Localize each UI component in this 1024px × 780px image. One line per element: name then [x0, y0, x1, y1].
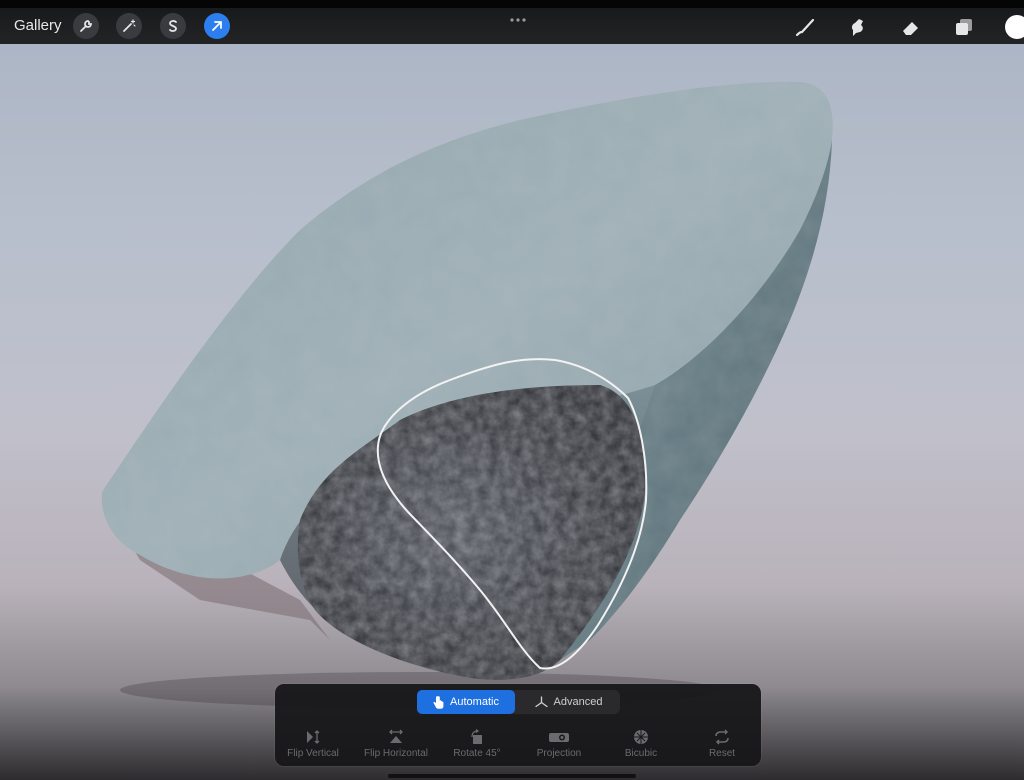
rotate-icon — [471, 729, 482, 744]
hand-pointer-icon — [433, 695, 444, 709]
transform-panel: Automatic Advanced Flip Vertical Flip Ho… — [275, 684, 761, 766]
bicubic-button[interactable]: Bicubic — [600, 728, 682, 762]
bicubic-icon — [634, 730, 648, 744]
actions-button[interactable] — [73, 13, 99, 39]
rotate-45-label: Rotate 45° — [453, 748, 501, 759]
more-options-icon[interactable] — [509, 17, 527, 23]
eraser-icon — [903, 22, 918, 35]
brush-button[interactable] — [792, 14, 818, 40]
automatic-mode-label: Automatic — [450, 696, 499, 708]
projection-label: Projection — [536, 748, 582, 759]
reset-label: Reset — [708, 748, 736, 759]
advanced-warp-icon — [534, 696, 548, 708]
flip-vertical-label: Flip Vertical — [287, 748, 339, 759]
canvas[interactable] — [0, 0, 1024, 780]
wrench-icon — [80, 20, 92, 32]
rotate-45-button[interactable]: Rotate 45° — [436, 728, 518, 762]
selection-s-icon — [169, 20, 177, 32]
rock-model[interactable] — [0, 0, 1024, 780]
home-indicator — [388, 774, 636, 778]
brush-icon — [795, 18, 815, 37]
color-swatch[interactable] — [1005, 15, 1024, 39]
reset-icon — [715, 729, 729, 745]
reset-button[interactable]: Reset — [681, 728, 763, 762]
smudge-button[interactable] — [845, 14, 871, 40]
flip-vertical-icon — [307, 730, 320, 744]
top-toolbar: Gallery — [0, 0, 1024, 44]
selection-button[interactable] — [160, 13, 186, 39]
flip-horizontal-icon — [389, 729, 403, 743]
status-strip — [0, 0, 1024, 8]
layers-icon — [956, 19, 972, 35]
flip-horizontal-label: Flip Horizontal — [364, 748, 428, 759]
transform-button[interactable] — [204, 13, 230, 39]
transform-mode-segmented-control: Automatic Advanced — [417, 690, 620, 714]
smudge-icon — [851, 19, 863, 36]
eraser-button[interactable] — [898, 14, 924, 40]
layers-button[interactable] — [951, 14, 977, 40]
adjustments-button[interactable] — [116, 13, 142, 39]
advanced-mode-button[interactable]: Advanced — [517, 690, 620, 714]
flip-horizontal-button[interactable]: Flip Horizontal — [355, 728, 437, 762]
magic-wand-icon — [123, 19, 136, 32]
bicubic-label: Bicubic — [624, 748, 658, 759]
projection-icon — [549, 733, 569, 742]
projection-button[interactable]: Projection — [518, 728, 600, 762]
advanced-mode-label: Advanced — [553, 696, 603, 708]
automatic-mode-button[interactable]: Automatic — [417, 690, 515, 714]
gallery-button[interactable]: Gallery — [14, 17, 62, 34]
flip-vertical-button[interactable]: Flip Vertical — [272, 728, 354, 762]
transform-arrow-icon — [212, 21, 222, 31]
